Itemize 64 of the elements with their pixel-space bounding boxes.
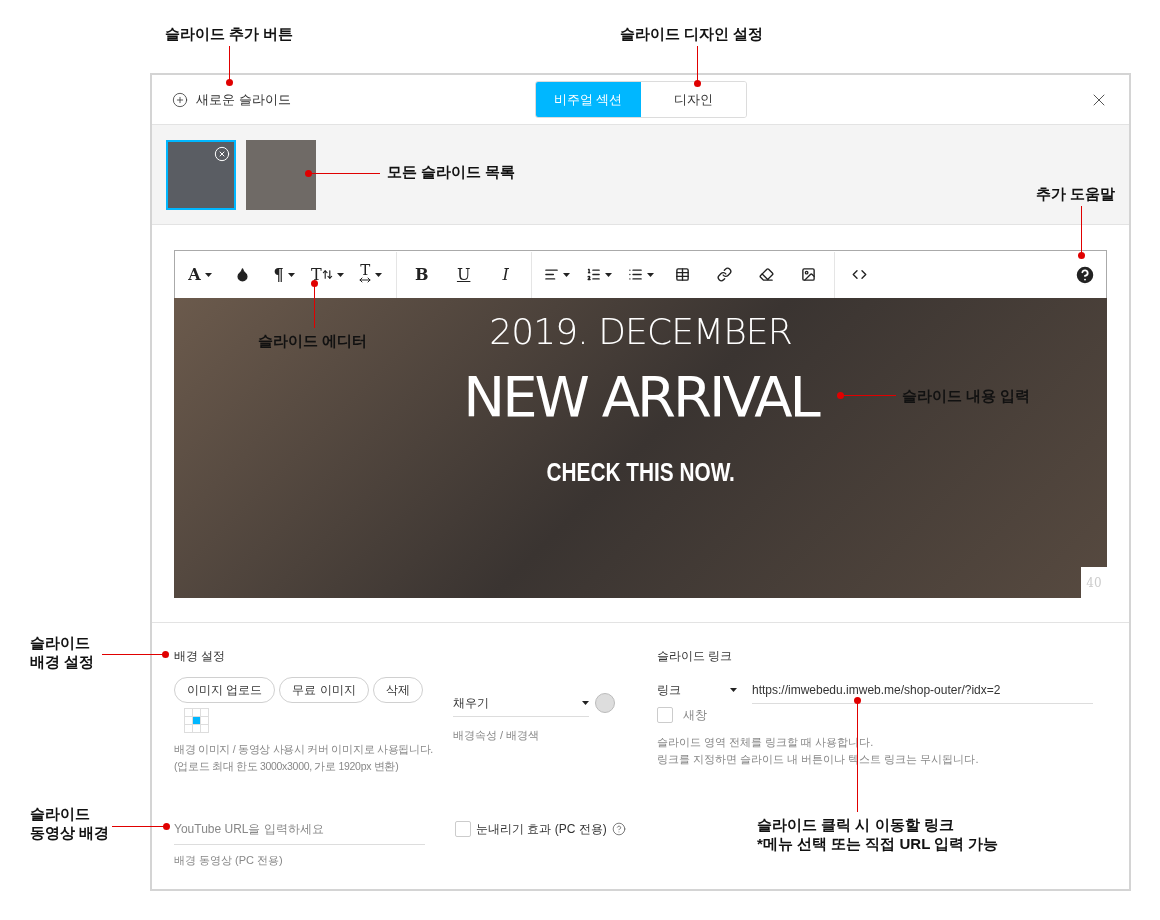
annotation-label: 슬라이드 에디터: [258, 331, 368, 350]
youtube-url-field[interactable]: YouTube URL을 입력하세요: [174, 813, 425, 845]
toolbar-button[interactable]: T: [349, 251, 392, 298]
add-icon: [172, 91, 188, 108]
droplet-icon: [234, 267, 250, 282]
color-swatch[interactable]: [595, 693, 615, 713]
eraser-icon: [759, 267, 775, 282]
help-text: 배경속성 / 배경색: [453, 728, 541, 743]
caret-icon: [204, 272, 212, 277]
annotation-label: 슬라이드 배경 설정: [30, 633, 95, 671]
slide-thumbnail[interactable]: [166, 139, 236, 210]
help-text: 배경 동영상 (PC 전용): [174, 853, 284, 868]
annotation-label: 추가 도움말: [1036, 184, 1116, 203]
numbered-list-icon: [585, 267, 601, 282]
slide-title: NEW ARRIVAL: [463, 363, 818, 431]
image-icon: [801, 267, 817, 282]
link-type-select[interactable]: 링크: [657, 678, 737, 702]
leader-line: [1081, 206, 1082, 255]
caret-icon: [582, 700, 590, 705]
checkbox-label: 눈내리기 효과 (PC 전용): [476, 821, 607, 838]
annotation-label: 슬라이드 클릭 시 이동할 링크 *메뉴 선택 또는 직접 URL 입력 가능: [757, 815, 999, 853]
annotation-label: 모든 슬라이드 목록: [387, 162, 516, 181]
checkbox[interactable]: [455, 821, 471, 837]
background-button[interactable]: 무료 이미지: [279, 677, 369, 703]
leader-line: [229, 46, 230, 82]
slide-thumbnail[interactable]: [246, 139, 316, 210]
leader-line: [102, 654, 165, 655]
toolbar-button[interactable]: U: [442, 251, 485, 298]
toolbar-button[interactable]: B: [400, 251, 443, 298]
help-text: 배경 이미지 / 동영상 사용시 커버 이미지로 사용됩니다. (업로드 최대 한도 3000x3000, 가로 1920px 변환): [174, 742, 434, 774]
link-icon: [717, 267, 733, 282]
annotation-label: 슬라이드 추가 버튼: [165, 24, 294, 43]
annotation-label: 슬라이드 동영상 배경: [30, 804, 110, 842]
toolbar-button[interactable]: T: [305, 251, 350, 298]
leader-line: [112, 826, 166, 827]
code-icon: [852, 267, 868, 282]
up-down-arrow-icon: [321, 269, 333, 280]
toolbar-button[interactable]: I: [484, 251, 527, 298]
background-button[interactable]: 삭제: [372, 677, 423, 703]
field-label: 슬라이드 링크: [657, 648, 734, 665]
annotation-label: 슬라이드 디자인 설정: [620, 24, 764, 43]
remove-icon[interactable]: [214, 145, 230, 162]
caret-icon: [730, 688, 737, 692]
fill-select[interactable]: 채우기: [453, 689, 590, 717]
checkbox[interactable]: [657, 707, 673, 723]
caret-icon: [375, 272, 383, 277]
caret-icon: [562, 272, 570, 277]
slide-tagline: CHECK THIS NOW.: [546, 456, 735, 488]
background-button[interactable]: 이미지 업로드: [174, 677, 276, 703]
caret-icon: [646, 272, 654, 277]
align-left-icon: [543, 267, 559, 282]
bullet-list-icon: [627, 267, 643, 282]
new-slide-button[interactable]: 새로운 슬라이드: [172, 89, 291, 110]
caret-icon: [287, 272, 295, 277]
leader-line: [697, 46, 698, 83]
caret-icon: [604, 272, 612, 277]
caret-icon: [336, 272, 344, 277]
field-label: 배경 설정: [174, 648, 227, 665]
toolbar-button[interactable]: ¶: [263, 251, 305, 298]
url-field[interactable]: https://imwebedu.imweb.me/shop-outer/?idx=2: [752, 676, 1093, 704]
checkbox-label: 새창: [683, 707, 707, 724]
slide-subtitle: 2019. DECEMBER: [489, 310, 792, 354]
toolbar-button[interactable]: A: [179, 251, 221, 298]
table-icon: [675, 267, 691, 282]
